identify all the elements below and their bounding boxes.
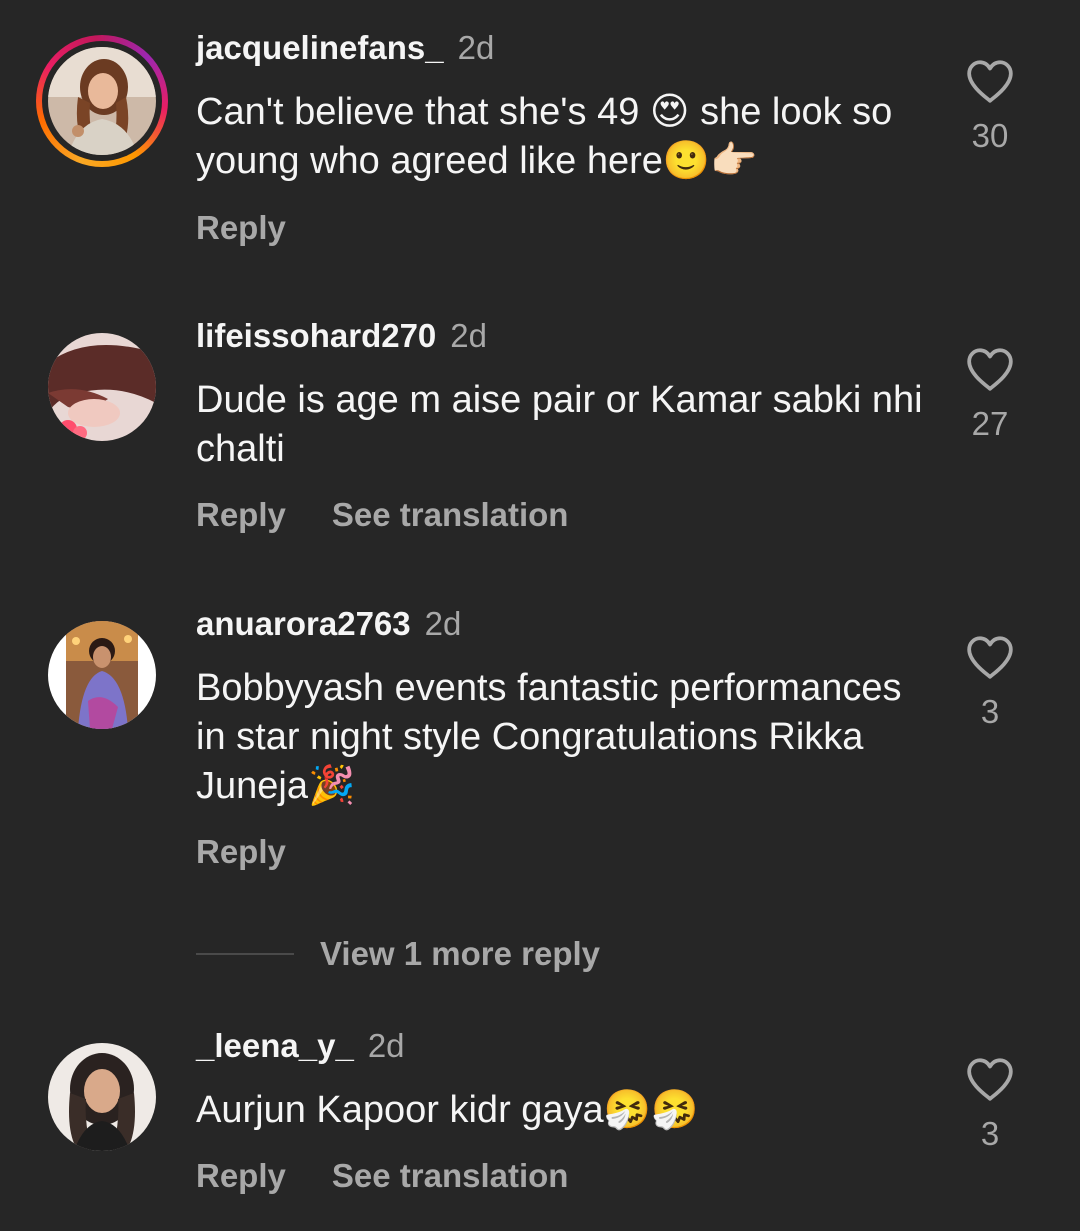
comment-meta: anuarora2763 2d [196,604,461,644]
avatar[interactable] [48,621,156,729]
thread-divider-line [196,953,294,955]
see-translation-button[interactable]: See translation [332,496,569,533]
like-button[interactable]: 3 [960,634,1020,730]
avatar-wrapper[interactable] [48,621,156,729]
username[interactable]: _leena_y_ [196,1027,354,1064]
view-more-replies-label[interactable]: View 1 more reply [320,935,600,972]
comment-actions: Reply See translation [196,495,568,535]
timestamp: 2d [450,317,487,354]
story-ring-avatar[interactable] [36,35,168,167]
username[interactable]: jacquelinefans_ [196,29,444,66]
comment-meta: lifeissohard270 2d [196,316,487,356]
comment-actions: Reply See translation [196,1156,568,1196]
username[interactable]: lifeissohard270 [196,317,436,354]
like-count: 27 [971,405,1009,442]
comment-meta: jacquelinefans_ 2d [196,28,494,68]
view-more-replies-button[interactable]: View 1 more reply [196,934,600,974]
avatar[interactable] [48,333,156,441]
avatar-wrapper[interactable] [48,333,156,441]
reply-button[interactable]: Reply [196,1157,286,1194]
reply-button[interactable]: Reply [196,209,286,246]
comment-actions: Reply [196,832,286,872]
like-button[interactable]: 30 [960,58,1020,154]
like-count: 3 [980,1115,1000,1152]
comment-text: Aurjun Kapoor kidr gaya🤧🤧 [196,1089,699,1131]
comment-meta: _leena_y_ 2d [196,1026,405,1066]
heart-outline-icon[interactable] [965,1056,1015,1102]
timestamp: 2d [424,605,462,642]
comment-text: Dude is age m aise pair or Kamar sabki n… [196,379,923,470]
like-button[interactable]: 27 [960,346,1020,442]
like-count: 30 [971,117,1009,154]
avatar[interactable] [48,1043,156,1151]
like-count: 3 [980,693,1000,730]
timestamp: 2d [367,1027,405,1064]
avatar-wrapper[interactable] [48,1043,156,1151]
avatar[interactable] [48,47,156,155]
heart-outline-icon[interactable] [965,346,1015,392]
comment-text: Can't believe that she's 49 😍 she look s… [196,91,893,182]
comment-text: Bobbyyash events fantastic performances … [196,667,902,807]
username[interactable]: anuarora2763 [196,605,411,642]
like-button[interactable]: 3 [960,1056,1020,1152]
heart-outline-icon[interactable] [965,634,1015,680]
heart-outline-icon[interactable] [965,58,1015,104]
see-translation-button[interactable]: See translation [332,1157,569,1194]
reply-button[interactable]: Reply [196,833,286,870]
comment-actions: Reply [196,208,286,248]
reply-button[interactable]: Reply [196,496,286,533]
timestamp: 2d [457,29,495,66]
